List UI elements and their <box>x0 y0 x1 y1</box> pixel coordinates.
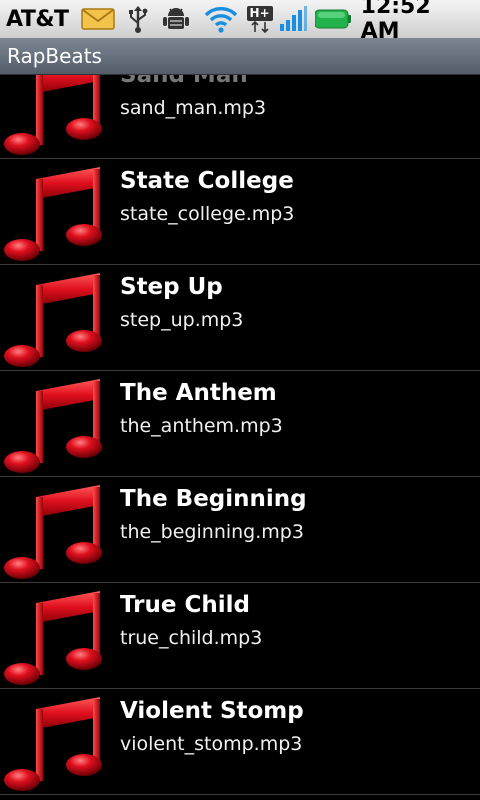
android-debug-icon <box>161 4 191 34</box>
song-filename: the_beginning.mp3 <box>120 521 304 543</box>
song-list-item[interactable]: Violent Stomp violent_stomp.mp3 <box>0 689 480 795</box>
song-list-item[interactable]: True Child true_child.mp3 <box>0 583 480 689</box>
usb-icon <box>127 5 149 33</box>
song-title: State College <box>120 168 294 194</box>
song-list-item[interactable]: The Beginning the_beginning.mp3 <box>0 477 480 583</box>
song-filename: state_college.mp3 <box>120 203 295 225</box>
song-list-item[interactable]: Step Up step_up.mp3 <box>0 265 480 371</box>
song-filename: the_anthem.mp3 <box>120 415 283 437</box>
song-list-item[interactable]: State College state_college.mp3 <box>0 159 480 265</box>
status-bar: AT&T H+ 12:52 AM <box>0 0 480 44</box>
carrier-label: AT&T <box>6 6 69 32</box>
song-title: The Beginning <box>120 486 307 512</box>
song-list-item[interactable]: Sand Man sand_man.mp3 <box>0 75 480 159</box>
song-title: Violent Stomp <box>120 698 304 724</box>
music-note-icon <box>0 695 108 793</box>
music-note-icon <box>0 483 108 581</box>
music-note-icon <box>0 75 108 157</box>
song-title: Sand Man <box>120 75 248 88</box>
network-type-icon: H+ <box>246 5 273 33</box>
wifi-icon <box>203 4 239 34</box>
song-title: The Anthem <box>120 380 277 406</box>
song-filename: sand_man.mp3 <box>120 97 267 119</box>
network-type-label: H+ <box>246 5 273 21</box>
app-title-bar: RapBeats <box>0 38 480 75</box>
song-list-inner: Sand Man sand_man.mp3 State College stat… <box>0 75 480 795</box>
email-icon <box>80 7 115 31</box>
song-title: True Child <box>120 592 250 618</box>
music-note-icon <box>0 165 108 263</box>
song-list-item[interactable]: The Anthem the_anthem.mp3 <box>0 371 480 477</box>
song-filename: true_child.mp3 <box>120 627 263 649</box>
song-filename: step_up.mp3 <box>120 309 244 331</box>
signal-icon <box>279 6 307 32</box>
battery-icon <box>314 8 351 30</box>
app-title: RapBeats <box>7 44 102 68</box>
song-title: Step Up <box>120 274 223 300</box>
song-filename: violent_stomp.mp3 <box>120 733 303 755</box>
music-note-icon <box>0 589 108 687</box>
music-note-icon <box>0 271 108 369</box>
music-note-icon <box>0 377 108 475</box>
song-list[interactable]: Sand Man sand_man.mp3 State College stat… <box>0 75 480 800</box>
